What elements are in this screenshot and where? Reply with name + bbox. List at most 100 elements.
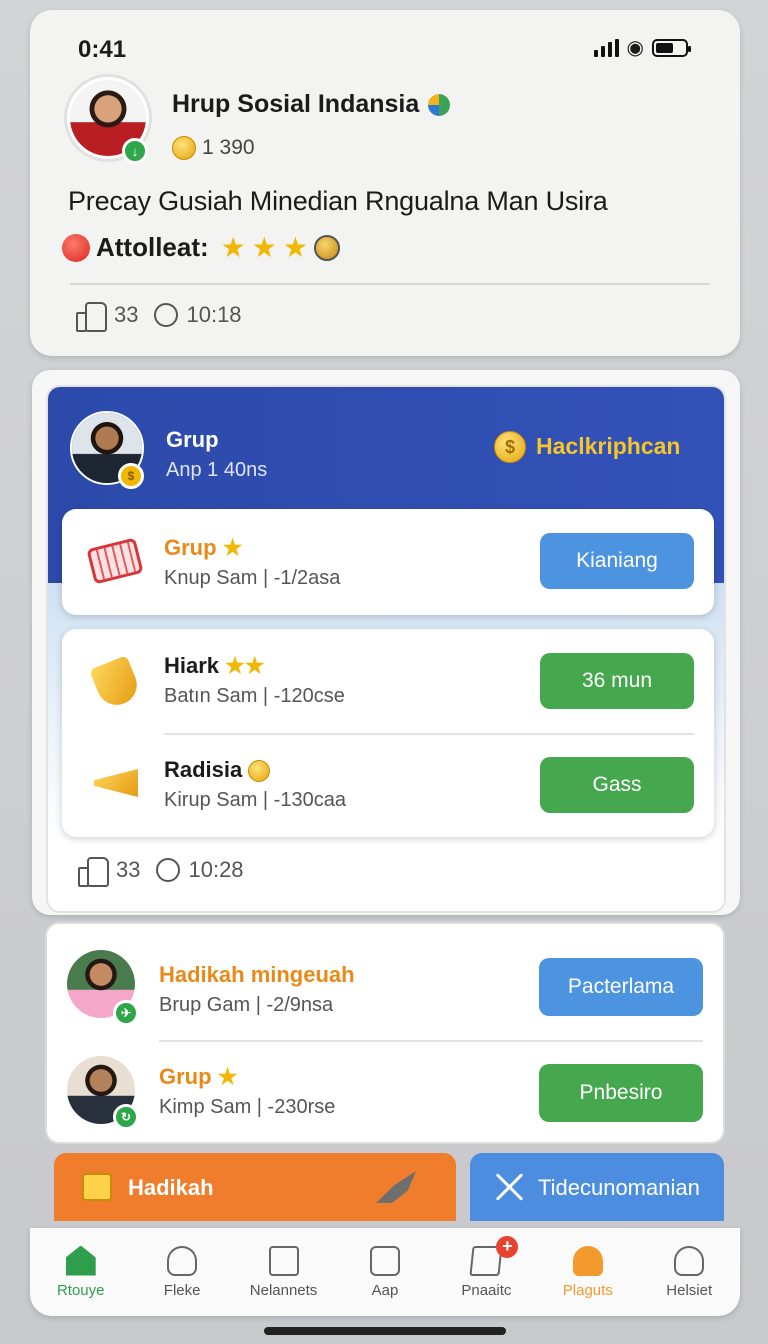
rating-row: Attolleat: ★ ★ ★: [62, 232, 340, 263]
divider: [159, 1040, 703, 1042]
nav-label: Pnaaitc: [461, 1281, 512, 1299]
scissors-icon: [376, 1171, 416, 1203]
nav-item-search[interactable]: Fleke: [132, 1245, 232, 1299]
row-subtitle: Batın Sam | -120cse: [164, 685, 345, 707]
profile-icon: [572, 1245, 603, 1276]
member-subtitle: Kimp Sam | -230rse: [159, 1096, 336, 1118]
row-title-text: Radisia: [164, 757, 243, 782]
row-title: Grup ★: [164, 535, 242, 561]
group-feed-inner: $ Grup Anp 1 40ns $ Haclkriphcan Grup ★ …: [46, 385, 726, 913]
user-icon: [674, 1245, 705, 1276]
coin-count: 1 390: [202, 136, 255, 159]
like-icon[interactable]: [78, 855, 109, 887]
status-time: 0:41: [78, 36, 127, 63]
document-icon: [268, 1245, 299, 1276]
star-icon: ★: [220, 231, 246, 263]
close-icon: [494, 1171, 526, 1203]
like-count: 33: [116, 857, 141, 882]
profile-card: 0:41 ◉ ↓ Hrup Sosial Indansia 1 390 Prec…: [30, 10, 740, 356]
star-icon: ★: [282, 231, 308, 263]
star-icon: ★: [225, 653, 245, 678]
like-icon[interactable]: [76, 300, 107, 332]
kianiang-button[interactable]: Kianiang: [540, 533, 694, 589]
nav-label: Helsiet: [666, 1281, 713, 1299]
member-list-card: ✈ Hadikah mingeuah Brup Gam | -2/9nsa Pa…: [45, 922, 725, 1144]
status-icons: ◉: [593, 37, 691, 59]
row-title: Hiark ★★: [164, 653, 265, 679]
gass-button[interactable]: Gass: [540, 757, 694, 813]
home-icon: [65, 1245, 96, 1276]
dollar-coin-icon: $: [494, 431, 526, 463]
plane-badge-icon: ✈: [113, 1000, 139, 1026]
chat-icon: [369, 1245, 400, 1276]
feed-meta: 33 10:28: [78, 855, 244, 887]
horn-icon: [94, 769, 138, 797]
search-person-icon: [167, 1245, 198, 1276]
post-time: 10:28: [188, 857, 244, 882]
nav-label: Aap: [371, 1281, 399, 1299]
row-title-text: Grup: [164, 535, 217, 560]
member-title: Grup ★: [159, 1064, 237, 1090]
coin-icon: [172, 136, 196, 160]
plus-icon: +: [496, 1235, 519, 1258]
star-icon: ★: [251, 231, 277, 263]
comment-icon[interactable]: [156, 858, 181, 882]
nav-item-chat[interactable]: Aap: [335, 1245, 435, 1299]
like-count: 33: [114, 302, 139, 327]
star-icon: ★: [244, 653, 265, 678]
coin-icon: [248, 760, 271, 783]
nav-item-user[interactable]: Helsiet: [639, 1245, 739, 1299]
hadikah-action-button[interactable]: Hadikah: [54, 1153, 456, 1221]
signal-icon: [593, 39, 619, 57]
gift-icon: [82, 1173, 112, 1201]
nav-label: Rtouye: [56, 1281, 105, 1299]
star-icon: ★: [217, 1064, 238, 1089]
refresh-badge-icon: ↻: [113, 1104, 139, 1130]
group-feed-card: $ Grup Anp 1 40ns $ Haclkriphcan Grup ★ …: [32, 370, 740, 915]
member-subtitle: Brup Gam | -2/9nsa: [159, 994, 334, 1016]
nav-item-news[interactable]: + Pnaaitc: [436, 1235, 536, 1299]
row-title: Radisia: [164, 757, 271, 783]
comment-icon[interactable]: [154, 303, 179, 327]
dismiss-label: Tidecunomanian: [538, 1175, 700, 1200]
coin-balance: 1 390: [172, 136, 255, 160]
wifi-icon: ◉: [626, 37, 644, 59]
post-headline: Precay Gusiah Minedian Rngualna Man Usir…: [68, 186, 608, 216]
post-meta: 33 10:18: [76, 300, 242, 332]
verified-badge-icon: ↓: [122, 138, 148, 164]
pnbesiro-button[interactable]: Pnbesiro: [539, 1064, 703, 1122]
nav-label: Nelannets: [249, 1281, 318, 1299]
ticket-icon: [86, 537, 144, 585]
dismiss-action-button[interactable]: Tidecunomanian: [470, 1153, 724, 1221]
group-name[interactable]: Hrup Sosial Indansia: [172, 90, 419, 119]
nav-item-profile[interactable]: Plaguts: [538, 1245, 638, 1299]
pacterlama-button[interactable]: Pacterlama: [539, 958, 703, 1016]
laugh-emoji-icon: [314, 234, 340, 261]
globe-icon: [428, 94, 450, 116]
battery-icon: [652, 39, 691, 57]
star-icon: ★: [222, 535, 243, 560]
trophy-icon: [89, 655, 143, 711]
nav-item-home[interactable]: Rtouye: [31, 1245, 131, 1299]
nav-item-documents[interactable]: Nelannets: [234, 1245, 334, 1299]
member-title-text: Grup: [159, 1064, 212, 1089]
timer-button[interactable]: 36 mun: [540, 653, 694, 709]
header-link[interactable]: Haclkriphcan: [536, 433, 680, 460]
header-subtitle: Anp 1 40ns: [166, 459, 268, 481]
hadikah-label: Hadikah: [128, 1175, 214, 1200]
row-subtitle: Kirup Sam | -130caa: [164, 789, 346, 811]
nav-label: Fleke: [163, 1281, 201, 1299]
divider: [164, 733, 694, 735]
header-title: Grup: [166, 427, 219, 452]
post-time: 10:18: [186, 302, 242, 327]
bottom-navigation: Rtouye Fleke Nelannets Aap + Pnaaitc Pla…: [30, 1228, 740, 1316]
home-indicator[interactable]: [264, 1327, 506, 1335]
row-subtitle: Knup Sam | -1/2asa: [164, 567, 341, 589]
member-title: Hadikah mingeuah: [159, 962, 355, 987]
divider: [70, 283, 710, 285]
coin-badge-icon: $: [118, 463, 144, 489]
nav-label: Plaguts: [562, 1281, 613, 1299]
group-row-card: Grup ★ Knup Sam | -1/2asa Kianiang: [62, 509, 714, 615]
group-row-card-multi: Hiark ★★ Batın Sam | -120cse 36 mun Radi…: [62, 629, 714, 837]
row-title-text: Hiark: [164, 653, 220, 678]
